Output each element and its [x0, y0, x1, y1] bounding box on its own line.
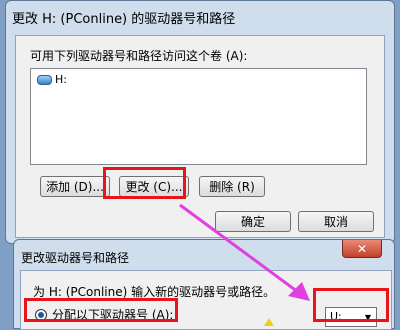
add-button[interactable]: 添加 (D)...: [40, 176, 110, 197]
dialog-client-area: 可用下列驱动器号和路径访问这个卷 (A): H: 添加 (D)... 更改 (C…: [15, 35, 385, 238]
change-drive-letter-dialog: 更改 H: (PConline) 的驱动器号和路径 可用下列驱动器号和路径访问这…: [5, 0, 395, 244]
list-item-label: H:: [55, 73, 67, 86]
drive-icon: [37, 74, 52, 85]
assign-option-highlight: [24, 298, 178, 322]
drive-select-highlight: [313, 288, 389, 322]
warning-triangle-icon: [264, 318, 274, 326]
ok-button[interactable]: 确定: [215, 211, 291, 232]
list-item[interactable]: H:: [37, 73, 67, 86]
drive-paths-listbox[interactable]: H:: [30, 68, 367, 165]
cancel-button[interactable]: 取消: [298, 211, 374, 232]
remove-button[interactable]: 删除 (R): [199, 176, 265, 197]
close-button[interactable]: ✕: [342, 240, 382, 258]
dialog-title: 更改 H: (PConline) 的驱动器号和路径: [12, 12, 236, 27]
subdialog-title: 更改驱动器号和路径: [21, 251, 130, 265]
change-button-highlight: [103, 167, 186, 199]
list-label: 可用下列驱动器号和路径访问这个卷 (A):: [30, 49, 248, 63]
